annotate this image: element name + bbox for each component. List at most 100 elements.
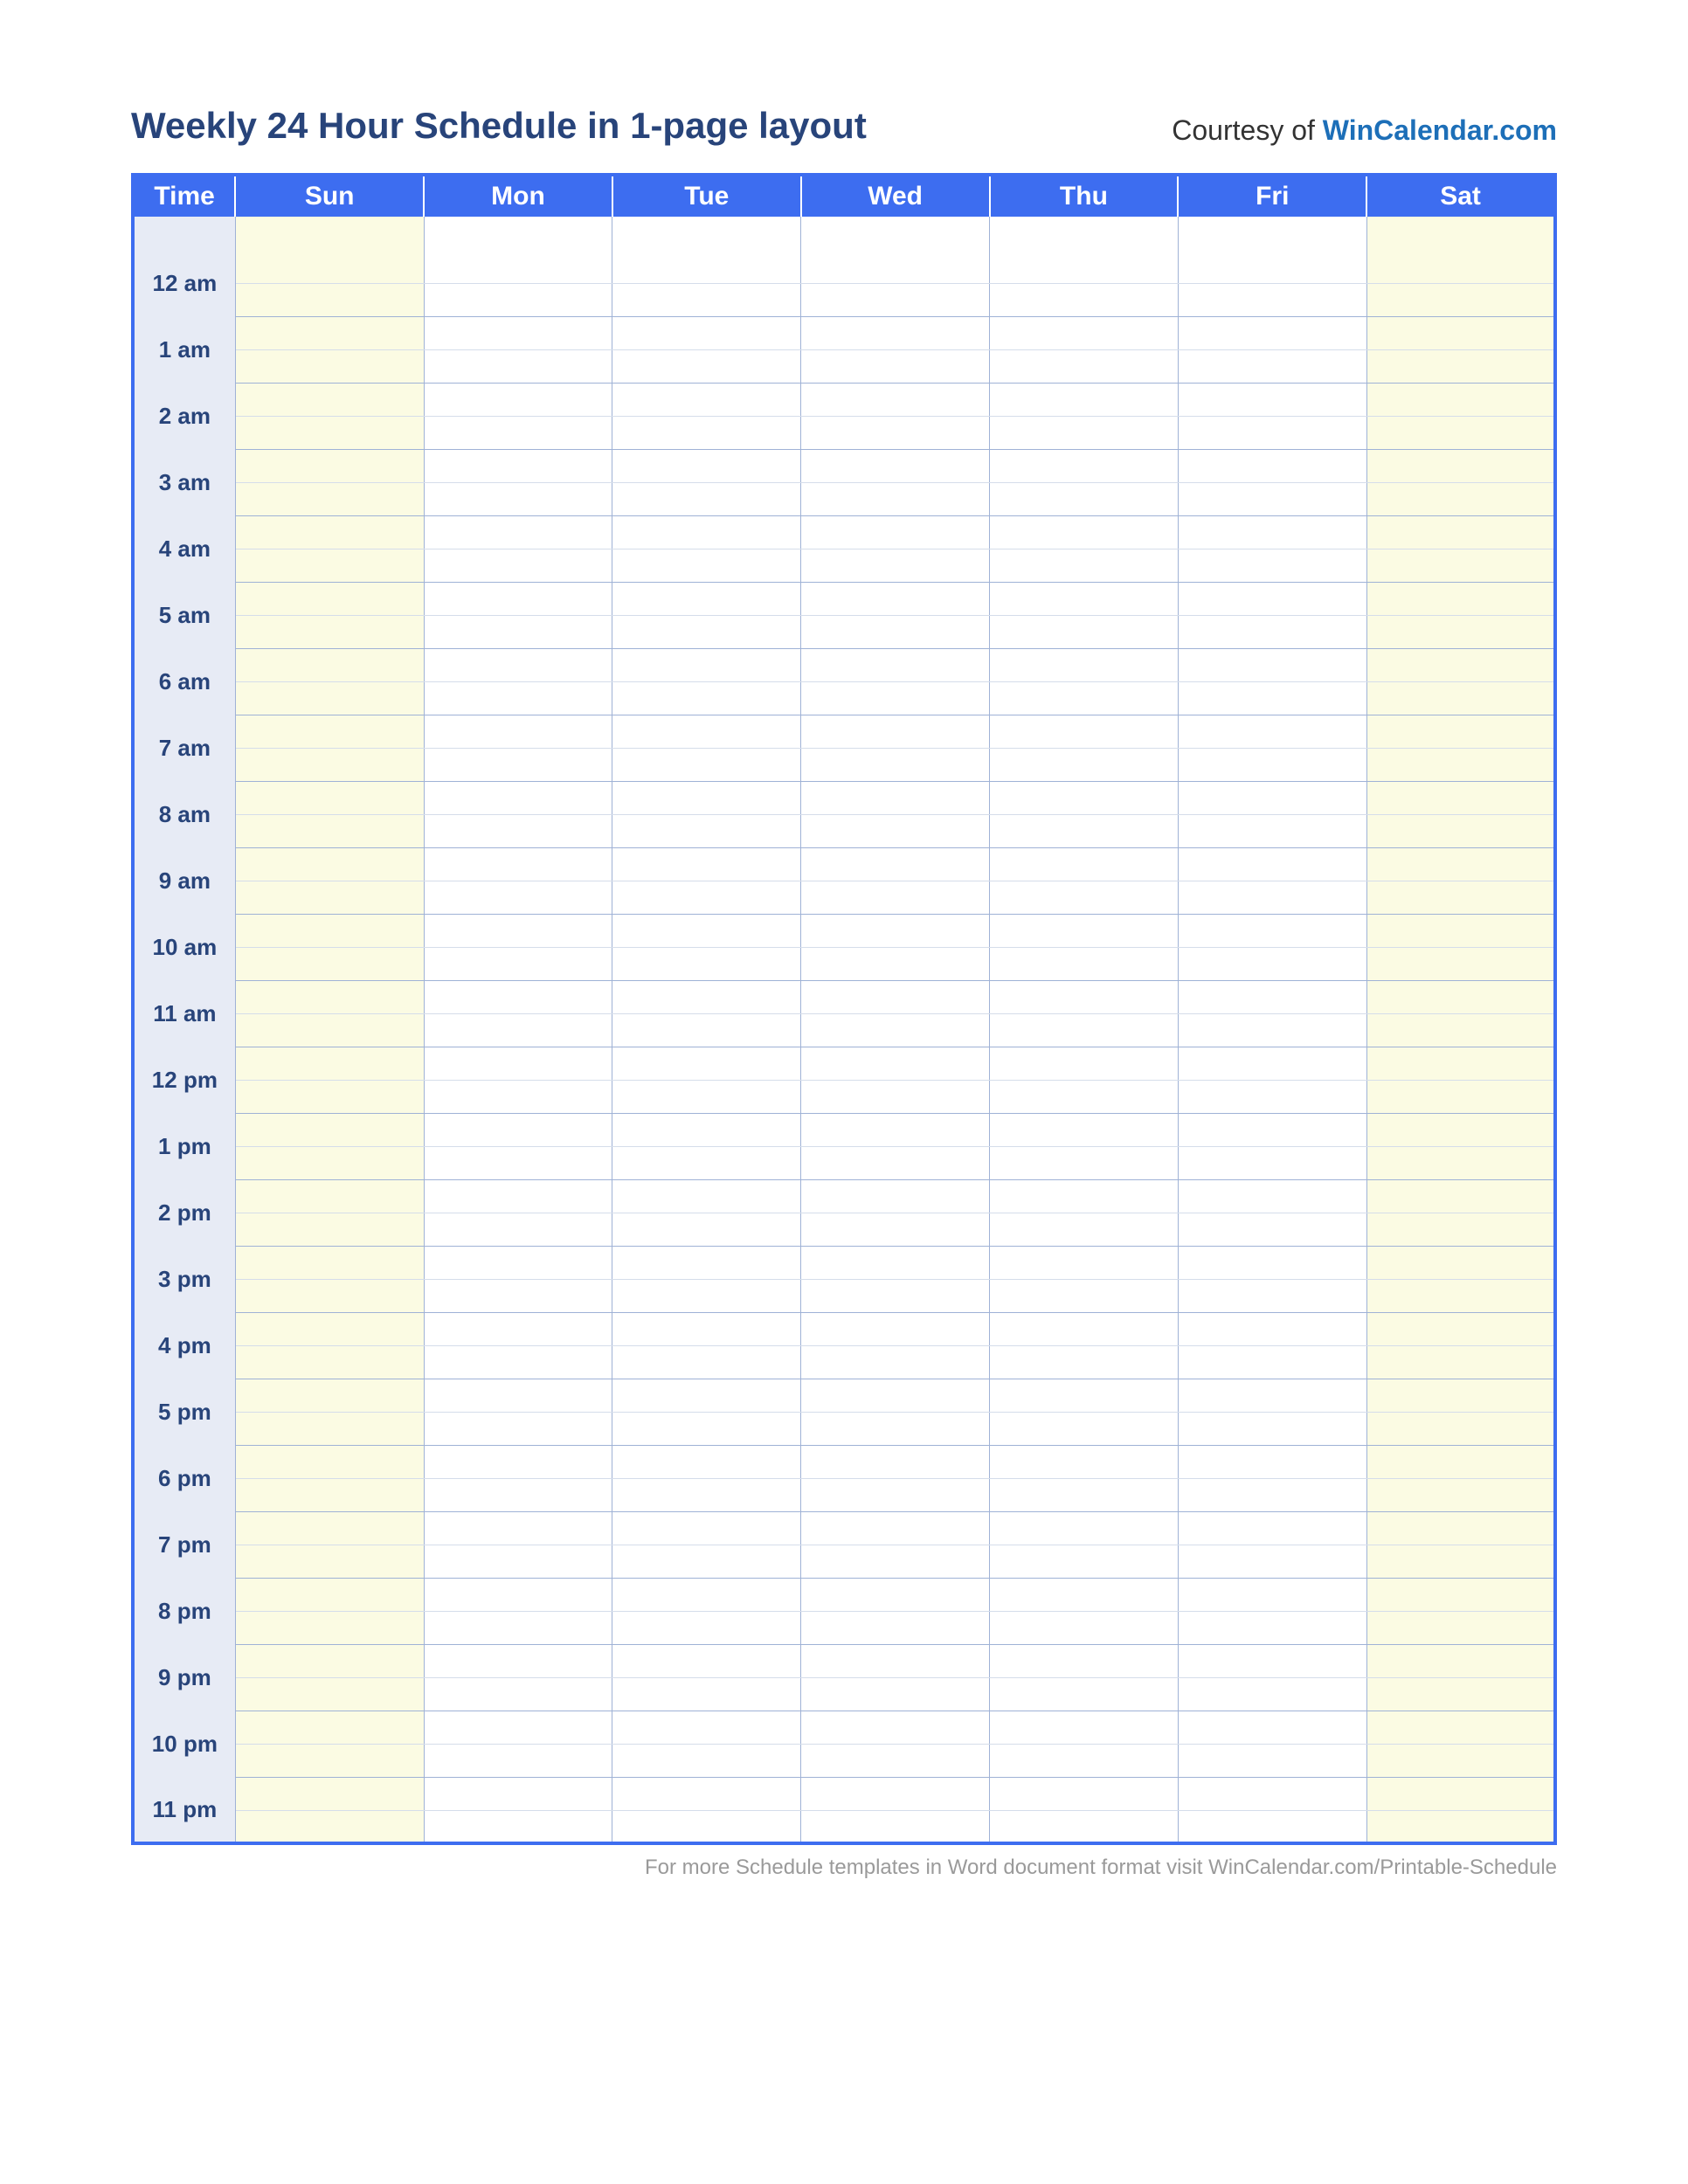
schedule-cell[interactable] [990, 416, 1179, 449]
schedule-cell[interactable] [1178, 1744, 1366, 1777]
schedule-cell[interactable] [1178, 549, 1366, 582]
schedule-cell[interactable] [990, 1677, 1179, 1711]
schedule-cell[interactable] [612, 847, 801, 881]
schedule-cell[interactable] [801, 1644, 990, 1677]
schedule-cell[interactable] [1178, 1379, 1366, 1412]
schedule-cell[interactable] [235, 582, 424, 615]
schedule-cell[interactable] [612, 1213, 801, 1246]
schedule-cell[interactable] [612, 316, 801, 349]
schedule-cell[interactable] [990, 1611, 1179, 1644]
schedule-cell[interactable] [424, 383, 612, 416]
schedule-cell[interactable] [235, 1511, 424, 1545]
schedule-cell[interactable] [235, 449, 424, 482]
schedule-cell[interactable] [235, 881, 424, 914]
schedule-cell[interactable] [1366, 1777, 1555, 1810]
schedule-cell[interactable] [990, 482, 1179, 515]
schedule-cell[interactable] [1366, 1213, 1555, 1246]
schedule-cell[interactable] [1178, 283, 1366, 316]
schedule-cell[interactable] [801, 1511, 990, 1545]
schedule-cell[interactable] [424, 1412, 612, 1445]
schedule-cell[interactable] [612, 947, 801, 980]
schedule-cell[interactable] [612, 1445, 801, 1478]
schedule-cell[interactable] [235, 847, 424, 881]
schedule-cell[interactable] [612, 1711, 801, 1744]
schedule-cell[interactable] [424, 847, 612, 881]
schedule-cell[interactable] [1366, 482, 1555, 515]
schedule-cell[interactable] [424, 615, 612, 648]
schedule-cell[interactable] [801, 1013, 990, 1047]
schedule-cell[interactable] [990, 814, 1179, 847]
schedule-cell[interactable] [235, 1777, 424, 1810]
schedule-cell[interactable] [801, 648, 990, 681]
schedule-cell[interactable] [235, 1113, 424, 1146]
schedule-cell[interactable] [612, 681, 801, 715]
schedule-cell[interactable] [235, 814, 424, 847]
schedule-cell[interactable] [235, 515, 424, 549]
schedule-cell[interactable] [424, 1677, 612, 1711]
schedule-cell[interactable] [1366, 283, 1555, 316]
schedule-cell[interactable] [1178, 449, 1366, 482]
schedule-cell[interactable] [424, 1545, 612, 1578]
schedule-cell[interactable] [1366, 814, 1555, 847]
schedule-cell[interactable] [990, 1013, 1179, 1047]
schedule-cell[interactable] [235, 947, 424, 980]
schedule-cell[interactable] [1366, 1711, 1555, 1744]
schedule-cell[interactable] [1178, 1312, 1366, 1345]
schedule-cell[interactable] [235, 1047, 424, 1080]
schedule-cell[interactable] [612, 1677, 801, 1711]
schedule-cell[interactable] [801, 582, 990, 615]
courtesy-link[interactable]: WinCalendar.com [1323, 114, 1557, 146]
schedule-cell[interactable] [1178, 814, 1366, 847]
schedule-cell[interactable] [612, 1744, 801, 1777]
schedule-cell[interactable] [990, 1412, 1179, 1445]
schedule-cell[interactable] [612, 582, 801, 615]
schedule-cell[interactable] [801, 1545, 990, 1578]
schedule-cell[interactable] [1366, 748, 1555, 781]
schedule-cell[interactable] [801, 1777, 990, 1810]
schedule-cell[interactable] [801, 980, 990, 1013]
schedule-cell[interactable] [990, 1312, 1179, 1345]
schedule-cell[interactable] [612, 748, 801, 781]
schedule-cell[interactable] [424, 515, 612, 549]
schedule-cell[interactable] [235, 1578, 424, 1611]
schedule-cell[interactable] [1366, 1744, 1555, 1777]
schedule-cell[interactable] [612, 250, 801, 283]
schedule-cell[interactable] [1366, 1246, 1555, 1279]
schedule-cell[interactable] [1178, 1080, 1366, 1113]
schedule-cell[interactable] [801, 1345, 990, 1379]
schedule-cell[interactable] [801, 1711, 990, 1744]
schedule-cell[interactable] [612, 1379, 801, 1412]
schedule-cell[interactable] [801, 1379, 990, 1412]
schedule-cell[interactable] [990, 1744, 1179, 1777]
schedule-cell[interactable] [801, 316, 990, 349]
schedule-cell[interactable] [1366, 847, 1555, 881]
schedule-cell[interactable] [424, 449, 612, 482]
schedule-cell[interactable] [424, 416, 612, 449]
schedule-cell[interactable] [990, 549, 1179, 582]
schedule-cell[interactable] [235, 1179, 424, 1213]
schedule-cell[interactable] [235, 1146, 424, 1179]
schedule-cell[interactable] [990, 980, 1179, 1013]
schedule-cell[interactable] [990, 1213, 1179, 1246]
schedule-cell[interactable] [990, 947, 1179, 980]
schedule-cell[interactable] [612, 1279, 801, 1312]
schedule-cell[interactable] [1178, 349, 1366, 383]
schedule-cell[interactable] [1178, 1412, 1366, 1445]
schedule-cell[interactable] [424, 582, 612, 615]
schedule-cell[interactable] [801, 1744, 990, 1777]
schedule-cell[interactable] [990, 515, 1179, 549]
schedule-cell[interactable] [235, 681, 424, 715]
schedule-cell[interactable] [1178, 582, 1366, 615]
schedule-cell[interactable] [1178, 1113, 1366, 1146]
schedule-cell[interactable] [424, 1246, 612, 1279]
schedule-cell[interactable] [235, 1345, 424, 1379]
schedule-cell[interactable] [424, 283, 612, 316]
schedule-cell[interactable] [801, 416, 990, 449]
schedule-cell[interactable] [990, 1578, 1179, 1611]
schedule-cell[interactable] [990, 1246, 1179, 1279]
schedule-cell[interactable] [612, 781, 801, 814]
schedule-cell[interactable] [235, 482, 424, 515]
schedule-cell[interactable] [235, 1744, 424, 1777]
schedule-cell[interactable] [235, 1711, 424, 1744]
schedule-cell[interactable] [612, 1578, 801, 1611]
